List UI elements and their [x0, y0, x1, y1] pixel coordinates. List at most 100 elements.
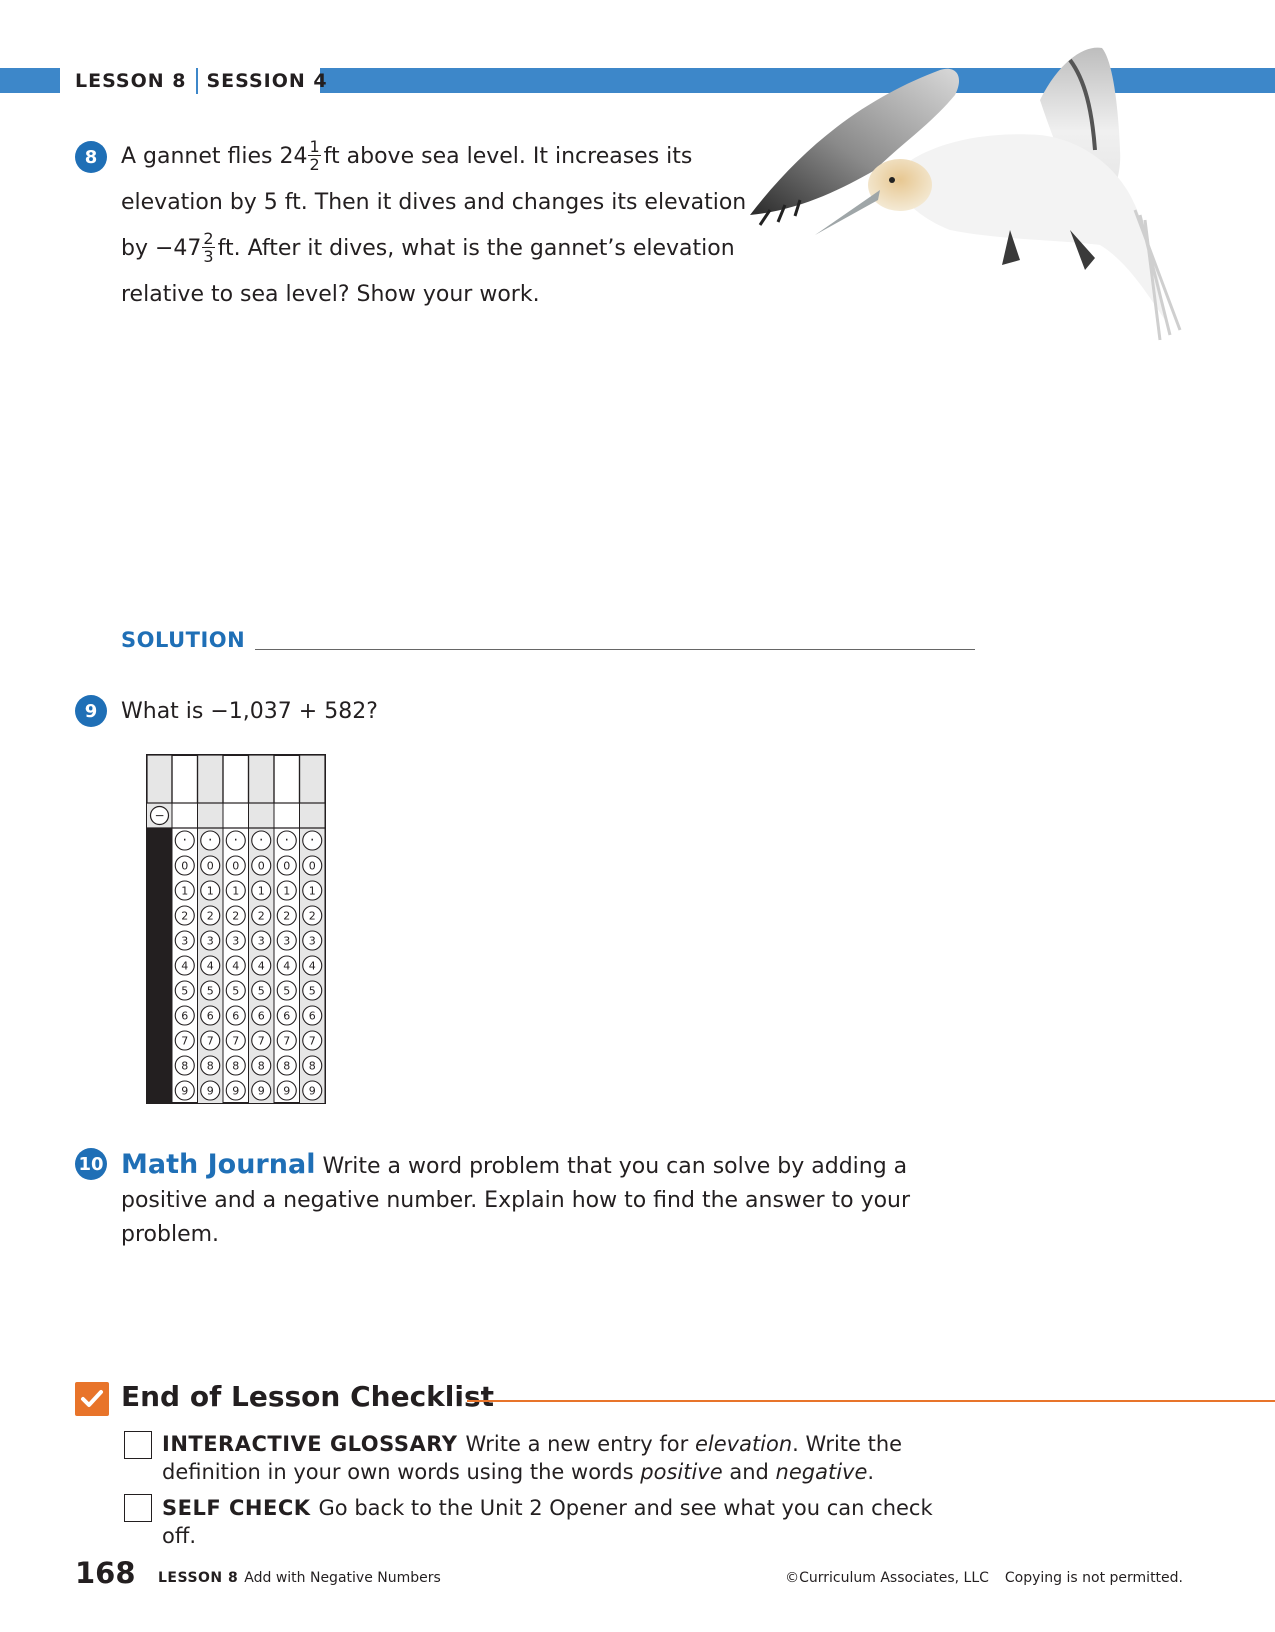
grid-digit-label: 2 — [309, 910, 316, 923]
page-number: 168 — [75, 1556, 136, 1590]
fraction-two-thirds: 23 — [202, 228, 215, 266]
grid-digit-label: 8 — [309, 1060, 316, 1073]
grid-digit-label: 0 — [207, 860, 214, 873]
grid-digit-label: 9 — [309, 1085, 316, 1098]
grid-digit-label: 2 — [283, 910, 290, 923]
checklist-title: End of Lesson Checklist — [121, 1380, 495, 1413]
grid-decimal-label: · — [285, 833, 289, 849]
grid-digit-label: 1 — [207, 885, 214, 898]
grid-column-shade — [248, 755, 274, 1103]
grid-digit-label: 9 — [258, 1085, 265, 1098]
grid-digit-label: 4 — [283, 960, 290, 973]
question-8-line-3: by −47 2 3 ft. After it dives, what is the … — [121, 228, 735, 266]
checklist-item-glossary: INTERACTIVE GLOSSARY Write a new entry fo… — [162, 1432, 903, 1484]
grid-digit-label: 0 — [258, 860, 265, 873]
grid-digit-label: 4 — [207, 960, 214, 973]
question-8-text: A gannet flies 24 1 2 ft above sea level. I… — [121, 134, 746, 318]
grid-column-shade — [299, 755, 325, 1103]
header-separator — [195, 67, 198, 94]
question-8-number: 8 — [75, 141, 107, 173]
grid-digit-label: 7 — [258, 1035, 265, 1048]
grid-digit-label: 0 — [232, 860, 239, 873]
checklist-rule — [467, 1400, 1275, 1402]
grid-digit-label: 3 — [258, 935, 265, 948]
grid-digit-label: 0 — [309, 860, 316, 873]
grid-decimal-label: · — [234, 833, 238, 849]
grid-digit-label: 1 — [283, 885, 290, 898]
question-9-number: 9 — [75, 695, 107, 727]
grid-digit-label: 2 — [232, 910, 239, 923]
checklist-item-self-check: SELF CHECK Go back to the Unit 2 Opener a… — [162, 1496, 933, 1548]
grid-digit-label: 6 — [258, 1010, 265, 1023]
question-10-text: Math Journal Write a word problem that y… — [121, 1148, 981, 1252]
footer-lesson: LESSON 8 Add with Negative Numbers — [158, 1570, 441, 1586]
grid-digit-label: 3 — [283, 935, 290, 948]
grid-digit-label: 3 — [232, 935, 239, 948]
question-8-line-2: elevation by 5 ft. Then it dives and cha… — [121, 190, 747, 215]
grid-column-shade — [197, 755, 223, 1103]
grid-decimal-label: · — [259, 833, 263, 849]
grid-digit-label: 2 — [181, 910, 188, 923]
grid-digit-label: 7 — [181, 1035, 188, 1048]
grid-digit-label: 7 — [309, 1035, 316, 1048]
grid-digit-label: 4 — [181, 960, 188, 973]
grid-digit-label: 8 — [207, 1060, 214, 1073]
grid-digit-label: 8 — [258, 1060, 265, 1073]
grid-digit-label: 4 — [258, 960, 265, 973]
lesson-label: LESSON 8 — [75, 69, 187, 92]
grid-digit-label: 0 — [181, 860, 188, 873]
answer-grid-svg: − · · · · · · 0 0 0 0 0 0 1 1 1 1 1 1 2 2 2 2 2 2 3 3 3 3 3 3 4 4 4 4 4 4 5 5 5… — [146, 754, 326, 1104]
gannet-bird-illustration — [750, 47, 1182, 341]
question-9-text: What is −1,037 + 582? — [121, 699, 378, 724]
grid-digit-label: 5 — [232, 985, 239, 998]
grid-digit-label: 2 — [258, 910, 265, 923]
grid-digit-label: 1 — [258, 885, 265, 898]
checklist-check-icon — [75, 1382, 109, 1416]
grid-digit-label: 9 — [232, 1085, 239, 1098]
question-10-number: 10 — [75, 1148, 107, 1180]
glossary-checkbox[interactable] — [124, 1431, 152, 1459]
grid-decimal-label: · — [310, 833, 314, 849]
grid-digit-label: 1 — [309, 885, 316, 898]
question-8-line-4: relative to sea level? Show your work. — [121, 282, 540, 307]
session-label: SESSION 4 — [206, 69, 328, 92]
grid-digit-label: 3 — [309, 935, 316, 948]
grid-digit-label: 1 — [181, 885, 188, 898]
grid-digit-label: 7 — [283, 1035, 290, 1048]
grid-digit-label: 2 — [207, 910, 214, 923]
grid-digit-label: 5 — [258, 985, 265, 998]
grid-digit-label: 6 — [309, 1010, 316, 1023]
grid-digit-label: 8 — [283, 1060, 290, 1073]
lesson-header: LESSON 8 SESSION 4 — [75, 67, 328, 94]
grid-digit-label: 6 — [232, 1010, 239, 1023]
grid-digit-label: 3 — [181, 935, 188, 948]
grid-digit-label: 5 — [181, 985, 188, 998]
grid-digit-label: 6 — [181, 1010, 188, 1023]
grid-digit-label: 3 — [207, 935, 214, 948]
grid-digit-label: 7 — [232, 1035, 239, 1048]
grid-digit-label: 7 — [207, 1035, 214, 1048]
fraction-one-half: 12 — [308, 136, 321, 174]
answer-grid: − · · · · · · 0 0 0 0 0 0 1 1 1 1 1 1 2 2 2 2 2 2 3 3 3 3 3 3 4 4 4 4 4 4 5 5 5… — [146, 754, 328, 1112]
grid-digit-label: 5 — [283, 985, 290, 998]
grid-digit-label: 4 — [232, 960, 239, 973]
grid-digit-label: 9 — [181, 1085, 188, 1098]
footer-copyright: ©Curriculum Associates, LLC Copying is no… — [785, 1570, 1183, 1586]
grid-digit-label: 8 — [232, 1060, 239, 1073]
grid-digit-label: 5 — [207, 985, 214, 998]
grid-digit-label: 8 — [181, 1060, 188, 1073]
solution-label: SOLUTION — [121, 628, 246, 652]
grid-digit-label: 1 — [232, 885, 239, 898]
math-journal-title: Math Journal — [121, 1149, 316, 1180]
self-check-checkbox[interactable] — [124, 1494, 152, 1522]
grid-digit-label: 9 — [207, 1085, 214, 1098]
grid-digit-label: 6 — [283, 1010, 290, 1023]
grid-digit-label: 9 — [283, 1085, 290, 1098]
header-band-left — [0, 68, 60, 93]
grid-minus-symbol: − — [154, 809, 164, 823]
solution-answer-line[interactable] — [255, 649, 975, 650]
grid-decimal-label: · — [183, 833, 187, 849]
grid-frame — [146, 754, 326, 1104]
grid-digit-label: 5 — [309, 985, 316, 998]
grid-digit-label: 0 — [283, 860, 290, 873]
